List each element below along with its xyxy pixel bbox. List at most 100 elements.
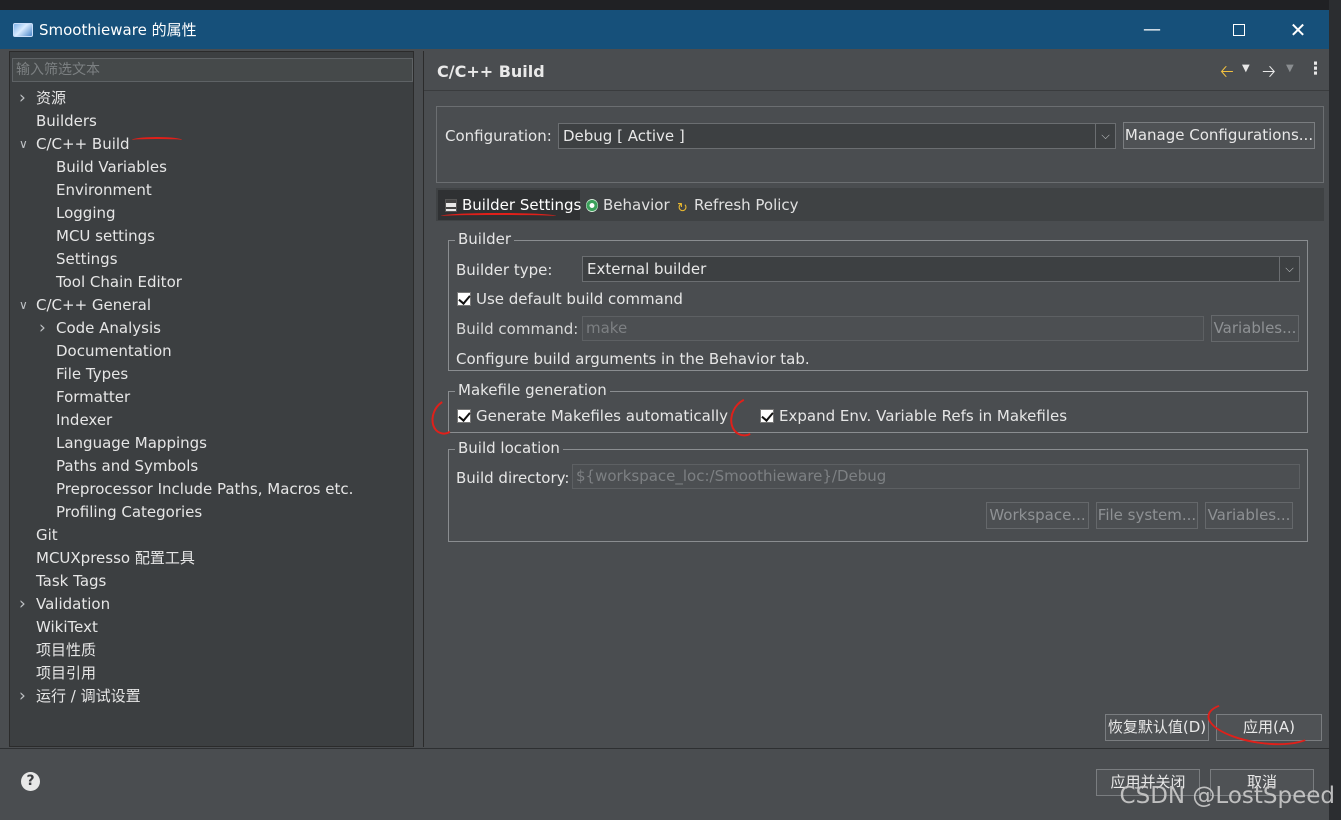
chevron-right-icon[interactable]: › — [19, 87, 29, 110]
builder-info-text: Configure build arguments in the Behavio… — [456, 350, 810, 368]
annotation-underline — [441, 213, 556, 219]
tree-item[interactable]: Formatter — [10, 386, 413, 409]
window-title: Smoothieware 的属性 — [39, 21, 197, 39]
back-menu-chevron-icon[interactable]: ▼ — [1242, 63, 1250, 74]
tree-item[interactable]: Builders — [10, 110, 413, 133]
annotation-underline — [132, 137, 182, 143]
build-command-label: Build command: — [456, 320, 579, 338]
build-location-group: Build location Build directory: ${worksp… — [448, 439, 1308, 542]
tree-item[interactable]: Environment — [10, 179, 413, 202]
tree-item-label: Code Analysis — [56, 319, 161, 337]
builder-type-select[interactable]: External builder ⌵ — [582, 256, 1300, 282]
tree-item-label: Documentation — [56, 342, 172, 360]
builder-type-value: External builder — [587, 260, 707, 278]
tree-item[interactable]: Preprocessor Include Paths, Macros etc. — [10, 478, 413, 501]
tree-item[interactable]: Settings — [10, 248, 413, 271]
location-variables-button: Variables... — [1205, 502, 1293, 529]
tree-item[interactable]: › 资源 — [10, 87, 413, 110]
use-default-command-label[interactable]: Use default build command — [476, 290, 683, 308]
property-tree-pane: 输入筛选文本 › 资源 Builders ∨ C/C++ Build Build Vari… — [9, 51, 414, 747]
minimize-icon: — — [1143, 19, 1161, 40]
builder-group-title: Builder — [455, 230, 515, 248]
tab-refresh-policy[interactable]: ↻ Refresh Policy — [677, 190, 807, 220]
tree-item-label: 项目性质 — [36, 641, 97, 659]
tree-item[interactable]: ∨ C/C++ Build — [10, 133, 413, 156]
annotation-mark — [1204, 694, 1320, 752]
tree-item-label: Builders — [36, 112, 97, 130]
tree-item[interactable]: Language Mappings — [10, 432, 413, 455]
tree-item-label: Indexer — [56, 411, 113, 429]
configuration-value: Debug [ Active ] — [563, 127, 685, 145]
tree-item[interactable]: Paths and Symbols — [10, 455, 413, 478]
builder-variables-button: Variables... — [1211, 315, 1299, 342]
maximize-button[interactable] — [1210, 10, 1268, 49]
tree-item[interactable]: MCUXpresso 配置工具 — [10, 547, 413, 570]
close-icon: ✕ — [1289, 17, 1307, 42]
tree-item[interactable]: ∨ C/C++ General — [10, 294, 413, 317]
expand-env-refs-label[interactable]: Expand Env. Variable Refs in Makefiles — [779, 407, 1067, 425]
configuration-label: Configuration: — [445, 127, 552, 145]
minimize-button[interactable]: — — [1123, 10, 1181, 49]
tab-behavior[interactable]: Behavior — [586, 190, 674, 220]
maximize-icon — [1233, 23, 1245, 36]
tree-item-label: File Types — [56, 365, 129, 383]
refresh-policy-icon: ↻ — [677, 201, 688, 216]
tree-item[interactable]: Documentation — [10, 340, 413, 363]
page-header: C/C++ Build 🡠 ▼ 🡢 ▼ ⋮ — [424, 51, 1330, 91]
tree-item-label: 运行 / 调试设置 — [36, 687, 141, 705]
properties-dialog: Smoothieware 的属性 — ✕ 输入筛选文本 › 资源 Builders ∨… — [0, 0, 1341, 820]
manage-configurations-button[interactable]: Manage Configurations... — [1123, 122, 1315, 149]
workspace-button: Workspace... — [986, 502, 1089, 529]
tree-item[interactable]: › Validation — [10, 593, 413, 616]
chevron-down-icon: ⌵ — [1095, 124, 1115, 148]
tree-item-label: Environment — [56, 181, 152, 199]
tree-item[interactable]: › Code Analysis — [10, 317, 413, 340]
chevron-right-icon[interactable]: › — [19, 593, 29, 616]
tree-item[interactable]: MCU settings — [10, 225, 413, 248]
builder-settings-icon — [445, 199, 457, 212]
tree-item[interactable]: Task Tags — [10, 570, 413, 593]
tree-item[interactable]: › 运行 / 调试设置 — [10, 685, 413, 708]
tree-item[interactable]: 项目引用 — [10, 662, 413, 685]
tree-item-label: Language Mappings — [56, 434, 207, 452]
behavior-icon — [586, 199, 598, 212]
tree-item[interactable]: Profiling Categories — [10, 501, 413, 524]
tree-item[interactable]: Build Variables — [10, 156, 413, 179]
build-location-group-title: Build location — [455, 439, 563, 457]
tab-bar: Builder Settings Behavior ↻ Refresh Polic… — [436, 188, 1324, 221]
background-window-edge — [1329, 0, 1341, 820]
tree-item-label: Formatter — [56, 388, 131, 406]
file-system-button: File system... — [1096, 502, 1198, 529]
chevron-down-icon[interactable]: ∨ — [19, 133, 29, 156]
forward-arrow-icon[interactable]: 🡢 — [1262, 59, 1276, 88]
use-default-command-checkbox[interactable] — [457, 292, 471, 306]
tree-item[interactable]: File Types — [10, 363, 413, 386]
tree-item[interactable]: Logging — [10, 202, 413, 225]
app-window-icon — [13, 22, 33, 37]
configuration-select[interactable]: Debug [ Active ] ⌵ — [558, 123, 1116, 149]
tree-item-label: 资源 — [36, 89, 67, 107]
tree-item-label: Build Variables — [56, 158, 167, 176]
close-button[interactable]: ✕ — [1269, 10, 1327, 49]
chevron-down-icon[interactable]: ∨ — [19, 294, 29, 317]
tree-item[interactable]: 项目性质 — [10, 639, 413, 662]
tree-item[interactable]: WikiText — [10, 616, 413, 639]
filter-input[interactable]: 输入筛选文本 — [12, 58, 413, 82]
chevron-down-icon: ⌵ — [1279, 257, 1299, 281]
tree-item[interactable]: Tool Chain Editor — [10, 271, 413, 294]
view-menu-icon[interactable]: ⋮ — [1307, 59, 1324, 79]
chevron-right-icon[interactable]: › — [39, 317, 49, 340]
chevron-right-icon[interactable]: › — [19, 685, 29, 708]
builder-type-label: Builder type: — [456, 261, 553, 279]
back-arrow-icon[interactable]: 🡠 — [1220, 59, 1234, 88]
restore-defaults-button[interactable]: 恢复默认值(D) — [1105, 714, 1209, 741]
forward-menu-chevron-icon[interactable]: ▼ — [1286, 63, 1294, 74]
generate-makefiles-label[interactable]: Generate Makefiles automatically — [476, 407, 728, 425]
tree-item[interactable]: Indexer — [10, 409, 413, 432]
help-icon[interactable]: ? — [21, 772, 40, 791]
tree-item-label: Logging — [56, 204, 116, 222]
tree-item-label: Task Tags — [36, 572, 107, 590]
title-bar[interactable]: Smoothieware 的属性 — ✕ — [0, 10, 1329, 49]
tree-item[interactable]: Git — [10, 524, 413, 547]
tab-behavior-label: Behavior — [603, 196, 670, 214]
